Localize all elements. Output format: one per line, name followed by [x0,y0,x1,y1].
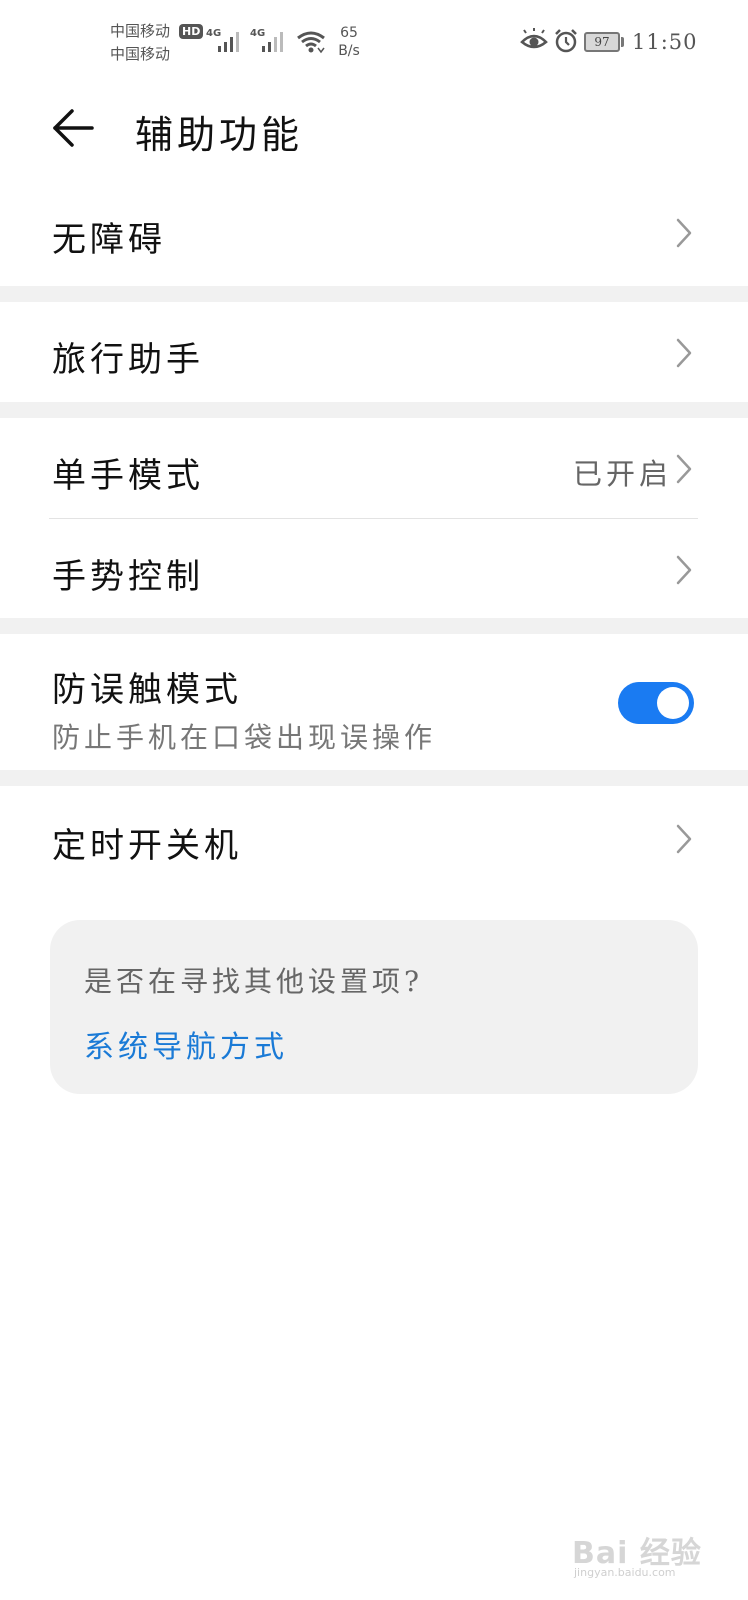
battery-tip [621,37,624,47]
eye-comfort-icon [520,28,548,49]
carrier-1: 中国移动 [110,22,171,40]
list-item-mistouch-prevention[interactable]: 防误触模式 防止手机在口袋出现误操作 [0,634,748,770]
wifi-icon [297,31,325,54]
item-label: 单手模式 [52,456,204,496]
section-gap [0,618,748,634]
item-status-value: 已开启 [572,457,672,491]
baidu-jingyan-watermark: Bai 经验 jingyan.baidu.com [572,1524,722,1584]
app-header: 辅助功能 [0,84,748,180]
signal-icon: 4G [206,28,242,54]
mistouch-toggle-switch[interactable] [618,682,694,724]
chevron-right-icon [676,218,692,248]
item-label: 定时开关机 [52,826,242,866]
list-item-gesture-control[interactable]: 手势控制 [0,519,748,618]
suggestion-card: 是否在寻找其他设置项? 系统导航方式 [50,920,698,1094]
chevron-right-icon [676,824,692,854]
list-item-accessibility[interactable]: 无障碍 [0,180,748,286]
suggestion-prompt: 是否在寻找其他设置项? [84,965,424,998]
network-speed: 65 B/s [332,24,366,60]
battery-icon: 97 [584,32,620,52]
item-label: 无障碍 [52,220,166,260]
carrier-2: 中国移动 [110,45,171,63]
list-item-one-hand-mode[interactable]: 单手模式 已开启 [0,418,748,518]
page-title: 辅助功能 [135,113,304,157]
carrier-names: 中国移动 中国移动 [110,20,170,66]
section-gap [0,286,748,302]
section-gap [0,402,748,418]
chevron-right-icon [676,454,692,484]
status-time: 11:50 [632,30,698,54]
network-speed-value: 65 [340,25,358,41]
hd-badge: HD [179,24,204,39]
item-label: 手势控制 [52,557,204,597]
list-item-scheduled-power[interactable]: 定时开关机 [0,786,748,892]
item-label: 旅行助手 [52,340,204,380]
item-label: 防误触模式 [52,670,242,710]
watermark-url: jingyan.baidu.com [574,1566,676,1579]
signal-icon: 4G [250,28,286,54]
status-bar: 中国移动 中国移动 HD 4G 4G 65 B/s 97 11:50 [0,0,748,84]
suggestion-link-system-navigation[interactable]: 系统导航方式 [84,1022,288,1066]
back-button[interactable] [48,102,102,156]
toggle-knob [657,687,689,719]
list-item-travel-assistant[interactable]: 旅行助手 [0,302,748,402]
chevron-right-icon [676,555,692,585]
alarm-icon [555,29,577,53]
chevron-right-icon [676,338,692,368]
section-gap [0,770,748,786]
arrow-left-icon [53,109,94,147]
item-description: 防止手机在口袋出现误操作 [52,721,437,754]
network-speed-unit: B/s [338,43,360,59]
